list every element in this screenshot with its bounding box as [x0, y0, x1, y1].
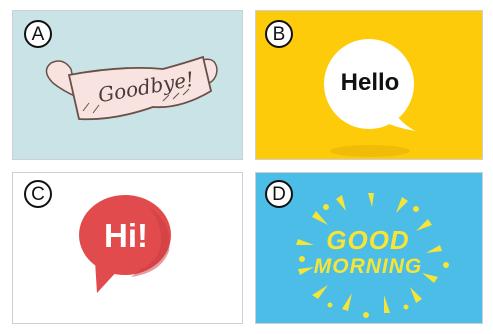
hello-text: Hello — [340, 69, 400, 96]
good-morning-text-line2: MORNING — [313, 255, 423, 278]
hi-text: Hi! — [104, 217, 148, 254]
good-morning-text-line1: GOOD — [326, 225, 410, 255]
option-letter-b: B — [265, 20, 293, 48]
option-letter-d: D — [265, 180, 293, 208]
option-letter-c: C — [24, 180, 52, 208]
option-letter-a: A — [24, 20, 52, 48]
